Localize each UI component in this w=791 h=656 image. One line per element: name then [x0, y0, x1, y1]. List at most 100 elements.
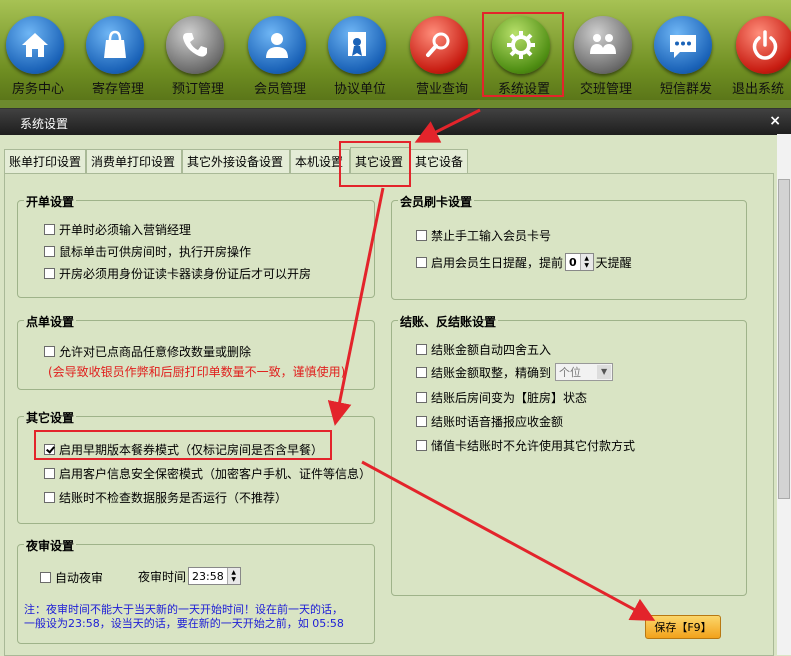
night-audit-time-input[interactable]: 23:58 ▲ ▼ [188, 567, 241, 585]
toolbar-exit[interactable]: 退出系统 [728, 8, 791, 98]
precision-select[interactable]: 个位 ▼ [555, 363, 614, 381]
option-dirty-room[interactable]: 结账后房间变为【脏房】状态 [416, 389, 587, 406]
option-label: 允许对已点商品任意修改数量或删除 [59, 345, 252, 359]
option-label: 启用客户信息安全保密模式（加密客户手机、证件等信息） [59, 467, 372, 481]
checkbox[interactable] [44, 268, 55, 279]
option-highlight-box [34, 430, 332, 460]
dialog-title: 系统设置 [20, 117, 69, 131]
dialog-titlebar: 系统设置 × [0, 109, 791, 135]
option-label: 鼠标单击可供房间时，执行开房操作 [59, 245, 252, 259]
toolbar-highlight-box [482, 12, 564, 97]
option-auto-night-audit[interactable]: 自动夜审 [40, 569, 103, 586]
group-title: 夜审设置 [24, 537, 77, 554]
tab-consumption-print[interactable]: 消费单打印设置 [86, 149, 182, 173]
option-label: 禁止手工输入会员卡号 [431, 229, 552, 243]
option-label: 结账时不检查数据服务是否运行（不推荐） [59, 491, 288, 505]
night-audit-time: 夜审时间 23:58 ▲ ▼ [138, 567, 243, 585]
toolbar-room-center[interactable]: 房务中心 [0, 8, 78, 98]
checkbox[interactable] [416, 392, 427, 403]
option-skip-service-check[interactable]: 结账时不检查数据服务是否运行（不推荐） [44, 489, 287, 506]
option-no-manual-card[interactable]: 禁止手工输入会员卡号 [416, 227, 551, 244]
toolbar-label: 交班管理 [579, 82, 632, 97]
toolbar-business-query[interactable]: 营业查询 [402, 8, 482, 98]
toolbar-agreement-unit[interactable]: 协议单位 [320, 8, 400, 98]
option-auto-round[interactable]: 结账金额自动四舍五入 [416, 341, 551, 358]
order-warning: (会导致收银员作弊和后厨打印单数量不一致，谨慎使用) [48, 365, 346, 379]
checkbox[interactable] [416, 440, 427, 451]
option-stored-card-only[interactable]: 储值卡结账时不允许使用其它付款方式 [416, 437, 635, 454]
toolbar-label: 会员管理 [253, 82, 306, 97]
option-birthday-reminder[interactable]: 启用会员生日提醒，提前 0 ▲ ▼ 天提醒 [416, 253, 632, 271]
certificate-icon [328, 16, 386, 74]
checkbox[interactable] [416, 416, 427, 427]
checkbox[interactable] [44, 346, 55, 357]
option-label: 结账后房间变为【脏房】状态 [431, 391, 588, 405]
toolbar-shift-handover[interactable]: 交班管理 [566, 8, 646, 98]
night-audit-note-2: 一般设为23:58，设当天的话，要在新的一天开始之前，如 05:58 [24, 617, 344, 630]
checkbox[interactable] [44, 468, 55, 479]
time-label: 夜审时间 [138, 569, 187, 584]
option-round-precision[interactable]: 结账金额取整，精确到 个位 ▼ [416, 363, 614, 381]
checkbox[interactable] [416, 366, 427, 378]
toolbar-label: 预订管理 [171, 82, 224, 97]
toolbar-sms[interactable]: 短信群发 [646, 8, 726, 98]
checkbox[interactable] [416, 256, 427, 268]
option-require-sales-manager[interactable]: 开单时必须输入营销经理 [44, 221, 191, 238]
message-icon [654, 16, 712, 74]
group-title: 点单设置 [24, 313, 77, 330]
group-order: 点单设置 允许对已点商品任意修改数量或删除 (会导致收银员作弊和后厨打印单数量不… [17, 313, 375, 390]
option-label: 结账金额取整，精确到 [431, 365, 552, 380]
tab-highlight-box [339, 141, 411, 187]
close-icon[interactable]: × [769, 113, 781, 129]
save-button[interactable]: 保存【F9】 [645, 615, 721, 639]
checkbox[interactable] [44, 224, 55, 235]
scrollbar[interactable] [777, 134, 791, 655]
checkbox[interactable] [40, 572, 51, 583]
main-toolbar: 房务中心 寄存管理 预订管理 会员管理 协议单位 营业查询 系统设置 交班管理 … [0, 0, 791, 100]
group-title: 会员刷卡设置 [398, 193, 475, 210]
group-member-card: 会员刷卡设置 禁止手工输入会员卡号 启用会员生日提醒，提前 0 ▲ ▼ 天提醒 [391, 193, 747, 300]
handover-icon [574, 16, 632, 74]
birthday-days-input[interactable]: 0 ▲ ▼ [565, 253, 594, 271]
checkbox[interactable] [416, 230, 427, 241]
option-label: 结账金额自动四舍五入 [431, 343, 552, 357]
option-label: 启用会员生日提醒，提前 [431, 255, 564, 270]
tab-external-devices[interactable]: 其它外接设备设置 [182, 149, 290, 173]
option-require-id-reader[interactable]: 开房必须用身份证读卡器读身份证后才可以开房 [44, 265, 311, 282]
group-title: 结账、反结账设置 [398, 313, 499, 330]
house-icon [6, 16, 64, 74]
toolbar-label: 协议单位 [333, 82, 386, 97]
toolbar-storage[interactable]: 寄存管理 [78, 8, 158, 98]
tab-bill-print[interactable]: 账单打印设置 [4, 149, 86, 173]
group-title: 开单设置 [24, 193, 77, 210]
toolbar-label: 营业查询 [415, 82, 468, 97]
bag-icon [86, 16, 144, 74]
option-label: 储值卡结账时不允许使用其它付款方式 [431, 439, 636, 453]
person-icon [248, 16, 306, 74]
option-allow-modify-items[interactable]: 允许对已点商品任意修改数量或删除 [44, 343, 251, 360]
toolbar-member[interactable]: 会员管理 [240, 8, 320, 98]
option-label: 天提醒 [595, 255, 632, 270]
option-label: 开房必须用身份证读卡器读身份证后才可以开房 [59, 267, 312, 281]
option-label: 自动夜审 [55, 571, 104, 585]
group-open-bill: 开单设置 开单时必须输入营销经理 鼠标单击可供房间时，执行开房操作 开房必须用身… [17, 193, 375, 298]
toolbar-label: 退出系统 [732, 82, 785, 97]
option-click-open-room[interactable]: 鼠标单击可供房间时，执行开房操作 [44, 243, 251, 260]
tab-panel: 开单设置 开单时必须输入营销经理 鼠标单击可供房间时，执行开房操作 开房必须用身… [4, 173, 774, 656]
spin-arrows-icon[interactable]: ▲ ▼ [226, 568, 240, 584]
checkbox[interactable] [44, 492, 55, 503]
tab-other-devices[interactable]: 其它设备 [410, 149, 468, 173]
chevron-down-icon[interactable]: ▼ [597, 365, 612, 379]
checkbox[interactable] [416, 344, 427, 355]
phone-icon [166, 16, 224, 74]
magnifier-icon [410, 16, 468, 74]
scrollbar-thumb[interactable] [778, 179, 790, 499]
days-value: 0 [569, 255, 577, 269]
option-voice-broadcast[interactable]: 结账时语音播报应收金额 [416, 413, 563, 430]
time-value: 23:58 [192, 569, 224, 583]
toolbar-reservation[interactable]: 预订管理 [158, 8, 238, 98]
spin-arrows-icon[interactable]: ▲ ▼ [579, 254, 593, 270]
settings-dialog: 系统设置 × 账单打印设置 消费单打印设置 其它外接设备设置 本机设置 其它设置… [0, 108, 791, 656]
option-customer-privacy[interactable]: 启用客户信息安全保密模式（加密客户手机、证件等信息） [44, 465, 371, 482]
checkbox[interactable] [44, 246, 55, 257]
